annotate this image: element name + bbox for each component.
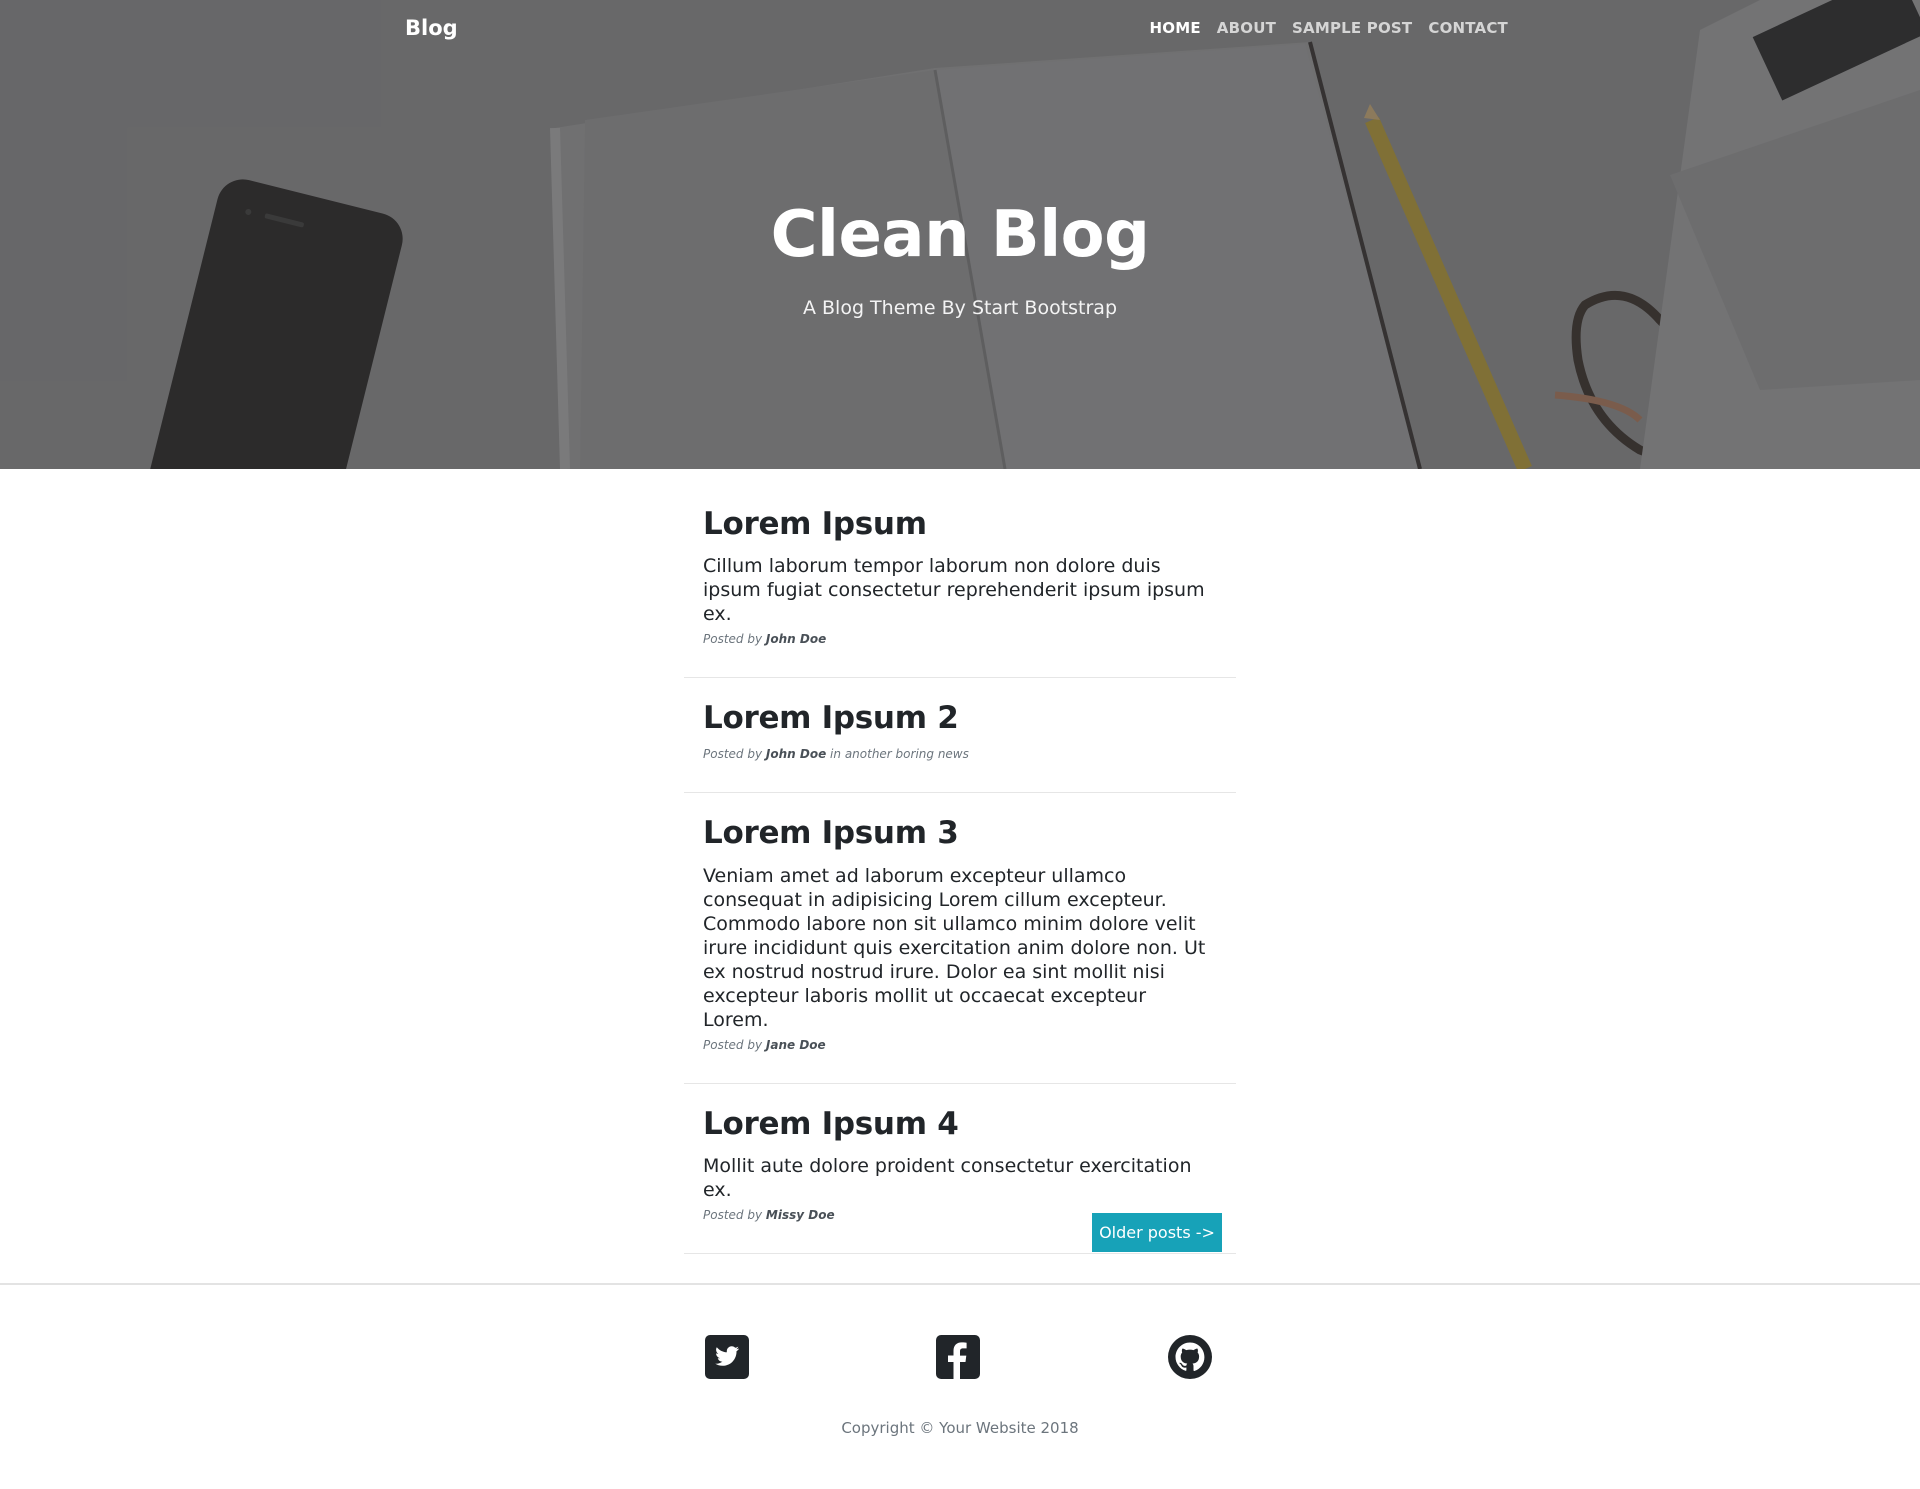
nav-link-sample-post[interactable]: SAMPLE POST — [1292, 19, 1412, 37]
post-author-link[interactable]: John Doe — [766, 747, 826, 761]
post-meta-prefix: Posted by — [703, 747, 763, 762]
nav-link-home[interactable]: HOME — [1150, 19, 1201, 37]
github-icon[interactable] — [1167, 1334, 1213, 1380]
post-title-link[interactable]: Lorem Ipsum 2 — [703, 700, 1217, 737]
post-author-link[interactable]: Jane Doe — [766, 1038, 826, 1052]
post-meta-prefix: Posted by — [703, 1207, 763, 1222]
post-meta: Posted by John Doe in another boring new… — [703, 746, 1217, 762]
main-navbar: Blog HOME ABOUT SAMPLE POST CONTACT — [0, 0, 1920, 60]
masthead: Blog HOME ABOUT SAMPLE POST CONTACT Clea… — [0, 0, 1920, 469]
footer-divider — [0, 1283, 1920, 1285]
site-heading: Clean Blog — [770, 198, 1150, 272]
post-excerpt: Veniam amet ad laborum excepteur ullamco… — [703, 864, 1206, 1031]
post-title-link[interactable]: Lorem Ipsum 4 — [703, 1106, 1217, 1143]
post-meta: Posted by John Doe — [703, 631, 1217, 647]
post-author-link[interactable]: John Doe — [766, 632, 826, 646]
nav-links: HOME ABOUT SAMPLE POST CONTACT — [1150, 19, 1508, 37]
post-meta-prefix: Posted by — [703, 1037, 763, 1052]
post-excerpt: Mollit aute dolore proident consectetur … — [703, 1154, 1192, 1201]
post-author-link[interactable]: Missy Doe — [766, 1208, 835, 1222]
post-category-prefix: in — [826, 747, 845, 762]
copyright-text: Copyright © Your Website 2018 — [841, 1419, 1079, 1437]
post-divider — [684, 1252, 1236, 1254]
post-excerpt: Cillum laborum tempor laborum non dolore… — [703, 555, 1205, 626]
post-preview: Lorem Ipsum 2 Posted by John Doe in anot… — [684, 678, 1236, 792]
post-preview: Lorem Ipsum 3 Veniam amet ad laborum exc… — [684, 793, 1236, 1082]
post-meta: Posted by Jane Doe — [703, 1037, 1217, 1053]
facebook-icon[interactable] — [935, 1334, 981, 1380]
post-preview: Lorem Ipsum Cillum laborum tempor laboru… — [684, 500, 1236, 677]
post-title-link[interactable]: Lorem Ipsum 3 — [703, 815, 1217, 852]
post-category: another boring news — [844, 747, 969, 762]
site-subheading: A Blog Theme By Start Bootstrap — [802, 297, 1118, 319]
older-posts-button[interactable]: Older posts -> — [1092, 1213, 1222, 1252]
twitter-icon[interactable] — [704, 1334, 750, 1380]
brand-link[interactable]: Blog — [405, 16, 458, 40]
nav-link-contact[interactable]: CONTACT — [1428, 19, 1508, 37]
post-list: Lorem Ipsum Cillum laborum tempor laboru… — [684, 500, 1236, 1254]
post-title-link[interactable]: Lorem Ipsum — [703, 506, 1217, 543]
post-meta-prefix: Posted by — [703, 632, 763, 647]
nav-link-about[interactable]: ABOUT — [1217, 19, 1276, 37]
